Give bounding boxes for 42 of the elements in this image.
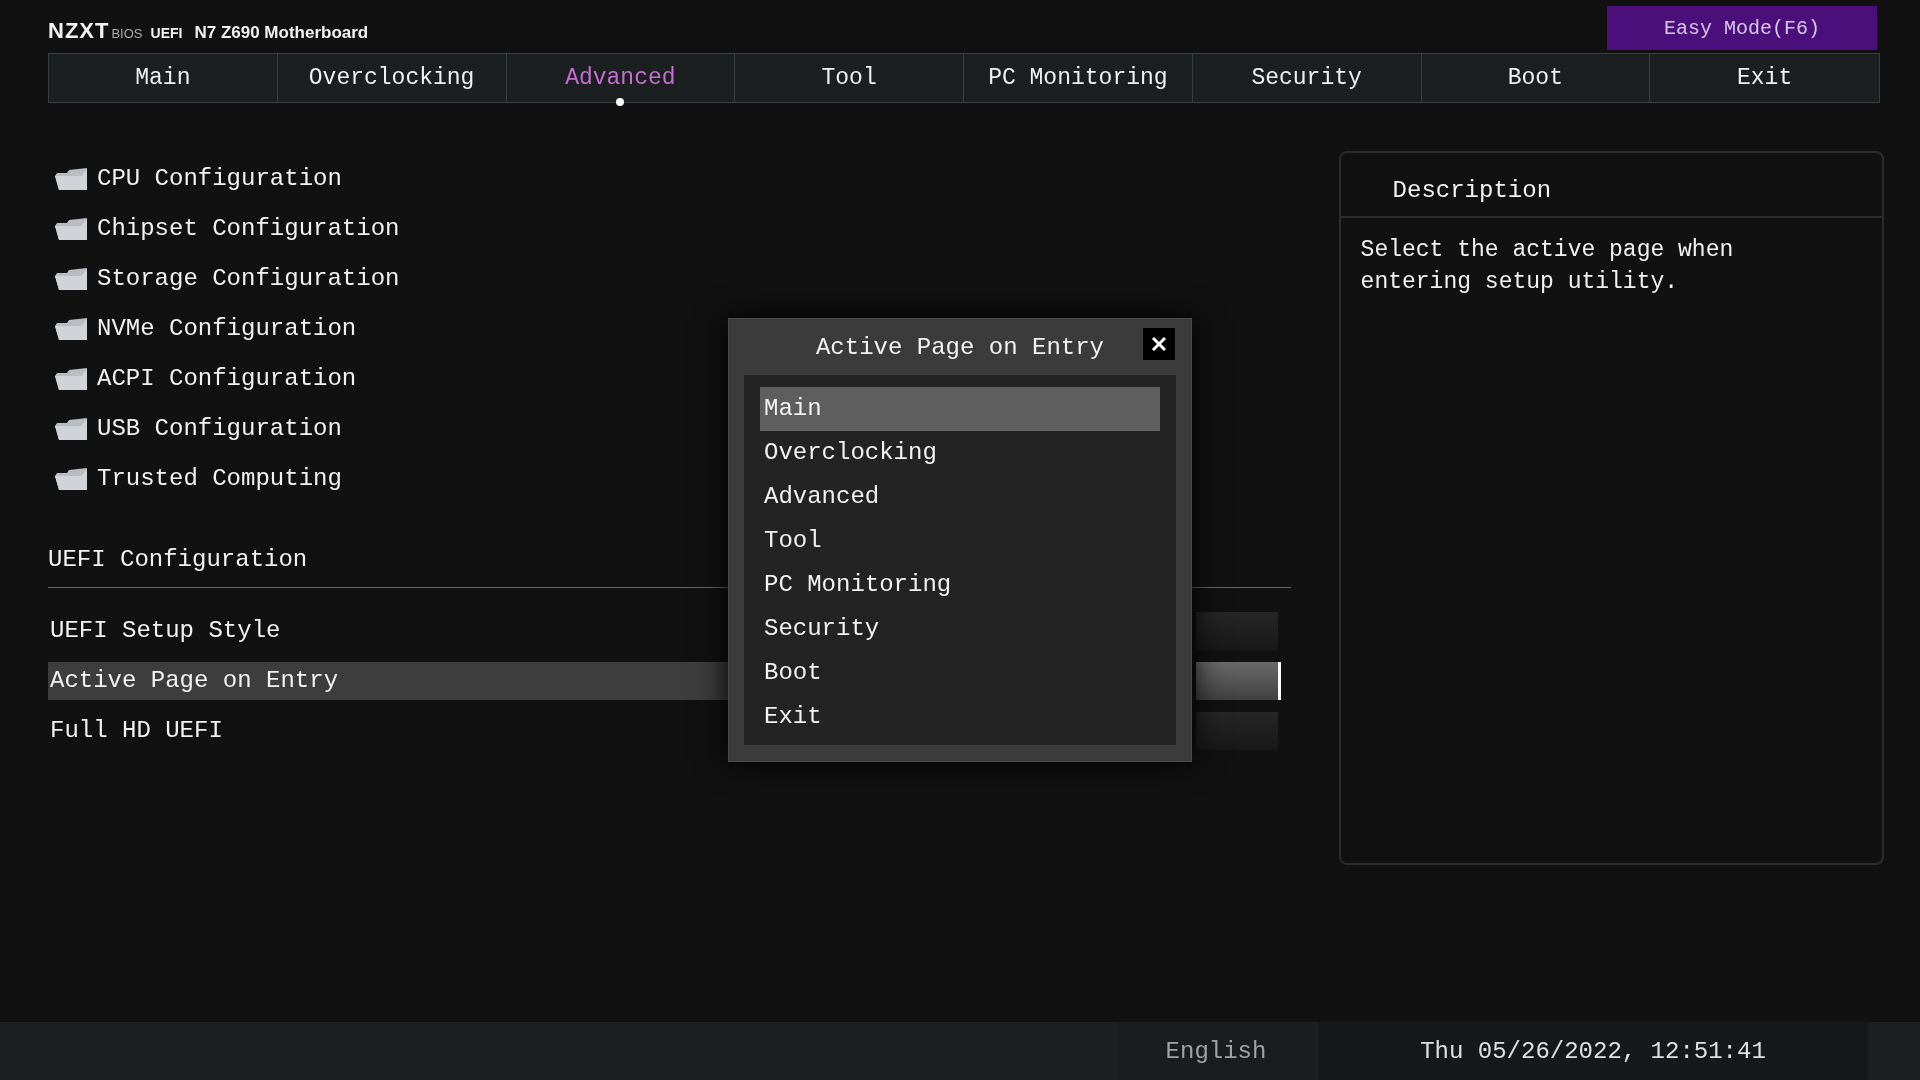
option-item[interactable]: Advanced (760, 475, 1160, 519)
description-text: Select the active page when entering setup utility. (1359, 236, 1735, 297)
dialog-title: Active Page on Entry (815, 333, 1104, 361)
section-title: UEFI Configuration (48, 546, 309, 573)
submenu-item[interactable]: CPU Configuration (97, 165, 342, 192)
folder-icon (55, 166, 89, 191)
brand-subtitle: BIOS (111, 26, 143, 41)
folder-icon (55, 416, 89, 441)
close-button[interactable] (1143, 328, 1175, 360)
option-item[interactable]: Tool (760, 519, 1160, 563)
tab[interactable]: Security (1192, 54, 1422, 102)
option-item[interactable]: Overclocking (760, 431, 1160, 475)
value-field[interactable] (1196, 612, 1278, 650)
option-item[interactable]: PC Monitoring (760, 563, 1160, 607)
submenu-item[interactable]: Trusted Computing (97, 465, 342, 492)
option-item[interactable]: Security (760, 607, 1160, 651)
tab[interactable]: Tool (735, 54, 964, 102)
close-icon (1151, 336, 1167, 352)
firmware-label: UEFI (150, 25, 183, 41)
tab[interactable]: Main (49, 54, 278, 102)
tab[interactable]: PC Monitoring (964, 54, 1193, 102)
folder-icon (55, 316, 89, 341)
folder-icon (55, 266, 89, 291)
value-field[interactable] (1196, 662, 1281, 700)
tab[interactable]: Overclocking (277, 54, 507, 102)
tab[interactable]: Boot (1421, 54, 1651, 102)
folder-icon (55, 366, 89, 391)
board-name: N7 Z690 Motherboard (194, 23, 369, 43)
tab[interactable]: Exit (1650, 54, 1879, 102)
brand-logo: NZXT (48, 18, 110, 44)
submenu-item[interactable]: ACPI Configuration (97, 365, 357, 392)
value-field[interactable] (1196, 712, 1278, 750)
description-title: Description (1340, 153, 1882, 218)
folder-icon (55, 216, 89, 241)
easy-mode-button[interactable]: Easy Mode(F6) (1607, 6, 1877, 50)
option-item[interactable]: Main (760, 387, 1160, 431)
date-time: Thu 05/26/2022, 12:51:41 (1318, 1022, 1868, 1080)
submenu-item[interactable]: Storage Configuration (97, 265, 400, 292)
submenu-item[interactable]: USB Configuration (97, 415, 342, 442)
folder-icon (55, 466, 89, 491)
submenu-item[interactable]: Chipset Configuration (97, 215, 400, 242)
submenu-item[interactable]: NVMe Configuration (97, 315, 357, 342)
